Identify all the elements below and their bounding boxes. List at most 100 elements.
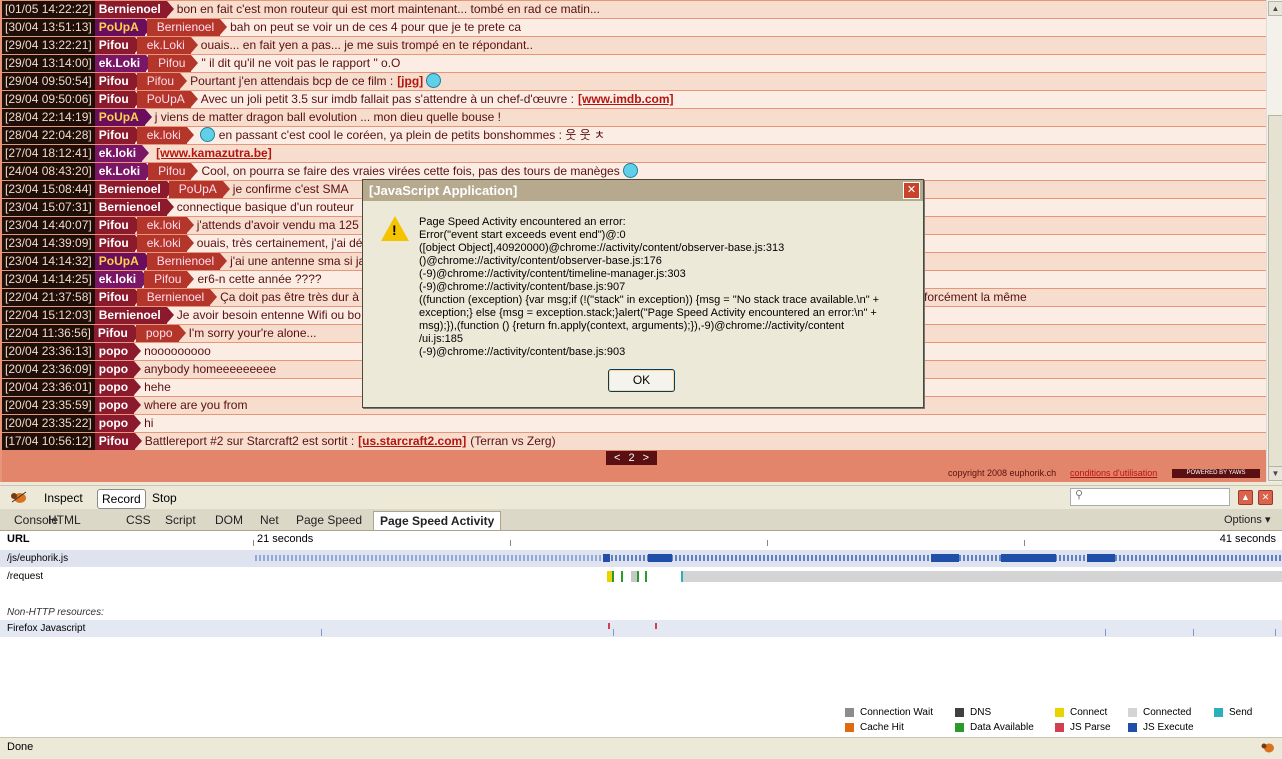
message-author[interactable]: ek.Loki xyxy=(94,55,154,72)
tab-html[interactable]: HTML xyxy=(42,511,87,529)
inspect-button[interactable]: Inspect xyxy=(40,489,87,507)
tab-net[interactable]: Net xyxy=(254,511,285,529)
chat-message: [01/05 14:22:22] Bernienoel bon en fait c'… xyxy=(2,1,1266,18)
message-body: Ça doit pas être très dur à r xyxy=(220,290,367,304)
message-author[interactable]: PoUpA xyxy=(94,109,152,126)
message-author[interactable]: Pifou xyxy=(94,217,142,234)
terms-link[interactable]: conditions d'utilisation xyxy=(1070,468,1157,478)
firebug-toolbar: Inspect Record Stop ⚲ ▲ ✕ xyxy=(0,485,1282,510)
legend-swatch xyxy=(1055,723,1064,732)
message-author[interactable]: PoUpA xyxy=(94,253,152,270)
stop-button[interactable]: Stop xyxy=(148,489,181,507)
message-reply-to[interactable]: PoUpA xyxy=(136,91,198,108)
message-author[interactable]: ek.loki xyxy=(94,271,150,288)
message-body: bah on peut se voir un de ces 4 pour que… xyxy=(230,20,521,34)
dialog-close-button[interactable]: ✕ xyxy=(903,182,920,199)
scroll-up-arrow[interactable]: ▲ xyxy=(1268,1,1282,16)
chat-scrollbar[interactable]: ▲ ▼ xyxy=(1266,0,1282,482)
message-body: Avec un joli petit 3.5 sur imdb fallait … xyxy=(200,92,574,106)
legend-swatch xyxy=(955,708,964,717)
detach-icon[interactable]: ▲ xyxy=(1238,490,1253,505)
message-author[interactable]: Bernienoel xyxy=(94,307,174,324)
timeline-tick xyxy=(767,540,768,546)
message-author[interactable]: popo xyxy=(94,343,142,360)
options-menu[interactable]: Options ▾ xyxy=(1224,513,1271,526)
firebug-search-input[interactable]: ⚲ xyxy=(1070,488,1230,506)
message-author[interactable]: Bernienoel xyxy=(94,1,174,18)
resource-row[interactable]: Firefox Javascript xyxy=(0,620,1282,637)
message-link[interactable]: [us.starcraft2.com] xyxy=(358,434,466,448)
message-reply-to[interactable]: ek.loki xyxy=(136,217,194,234)
message-author[interactable]: ek.loki xyxy=(94,145,150,162)
message-body: Cool, on pourra se faire des vraies viré… xyxy=(201,164,620,178)
message-author[interactable]: popo xyxy=(94,415,142,432)
message-author[interactable]: PoUpA xyxy=(94,19,152,36)
message-text: I'm sorry your're alone... xyxy=(189,326,317,340)
legend-label: Connection Wait xyxy=(860,707,933,718)
resource-row[interactable]: /request xyxy=(0,568,1282,585)
message-link[interactable]: [jpg] xyxy=(397,74,423,88)
powered-by-badge[interactable]: POWERED BY YAWS xyxy=(1172,469,1260,478)
message-reply-to[interactable]: Bernienoel xyxy=(146,253,228,270)
tab-script[interactable]: Script xyxy=(159,511,202,529)
timeline-start-label: 21 seconds xyxy=(257,533,314,545)
chat-message: [29/04 09:50:06] Pifou PoUpA Avec un joli p… xyxy=(2,91,1266,108)
message-body: er6-n cette année ???? xyxy=(197,272,322,286)
message-author[interactable]: Pifou xyxy=(94,37,142,54)
resource-url: /js/euphorik.js xyxy=(7,553,69,564)
message-author[interactable]: Pifou xyxy=(94,127,142,144)
message-author[interactable]: Pifou xyxy=(94,73,142,90)
firebug-status-icon[interactable] xyxy=(1260,740,1276,754)
message-timestamp: [20/04 23:36:09] xyxy=(2,361,95,378)
message-text: je confirme c'est SMA xyxy=(233,182,349,196)
message-author[interactable]: Bernienoel xyxy=(94,181,174,198)
message-reply-to[interactable]: Bernienoel xyxy=(136,289,218,306)
scroll-thumb[interactable] xyxy=(1268,115,1282,467)
message-author[interactable]: popo xyxy=(94,397,142,414)
tab-css[interactable]: CSS xyxy=(120,511,157,529)
message-text: j'ai une antenne sma si ja xyxy=(230,254,365,268)
message-link[interactable]: [www.imdb.com] xyxy=(578,92,674,106)
message-reply-to[interactable]: PoUpA xyxy=(168,181,230,198)
record-button[interactable]: Record xyxy=(97,489,146,509)
message-reply-to[interactable]: ek.Loki xyxy=(136,37,198,54)
message-author[interactable]: Pifou xyxy=(93,325,141,342)
message-reply-to[interactable]: ek.loki xyxy=(136,235,194,252)
firebug-tabs: Console HTML CSS Script DOM Net Page Speed Page… xyxy=(0,509,1282,531)
message-author[interactable]: popo xyxy=(94,361,142,378)
tab-page-speed-activity[interactable]: Page Speed Activity xyxy=(373,511,502,530)
scroll-down-arrow[interactable]: ▼ xyxy=(1268,466,1282,481)
message-author[interactable]: Pifou xyxy=(94,433,142,450)
next-page-button[interactable]: > xyxy=(643,452,649,464)
legend-label: Connect xyxy=(1070,707,1108,718)
message-body: hi xyxy=(144,416,154,430)
prev-page-button[interactable]: < xyxy=(614,452,620,464)
legend-swatch xyxy=(845,723,854,732)
message-timestamp: [24/04 08:43:20] xyxy=(2,163,95,180)
message-reply-to[interactable]: popo xyxy=(135,325,186,342)
message-body: hehe xyxy=(144,380,171,394)
resource-row[interactable]: /js/euphorik.js xyxy=(0,550,1282,567)
close-icon[interactable]: ✕ xyxy=(1258,490,1273,505)
firebug-icon[interactable] xyxy=(10,490,28,504)
message-timestamp: [20/04 23:35:59] xyxy=(2,397,95,414)
message-reply-to[interactable]: Pifou xyxy=(144,271,195,288)
message-link[interactable]: [www.kamazutra.be] xyxy=(156,146,272,160)
message-reply-to[interactable]: Pifou xyxy=(148,163,199,180)
message-author[interactable]: Pifou xyxy=(94,91,142,108)
message-timestamp: [22/04 11:36:56] xyxy=(2,325,94,342)
message-author[interactable]: Pifou xyxy=(94,289,142,306)
message-author[interactable]: Bernienoel xyxy=(94,199,174,216)
tab-dom[interactable]: DOM xyxy=(209,511,249,529)
message-text: bah on peut se voir un de ces 4 pour que… xyxy=(230,20,521,34)
message-reply-to[interactable]: Pifou xyxy=(136,73,188,90)
ok-button[interactable]: OK xyxy=(608,369,675,392)
message-reply-to[interactable]: Bernienoel xyxy=(146,19,228,36)
message-author[interactable]: ek.Loki xyxy=(94,163,154,180)
message-reply-to[interactable]: Pifou xyxy=(148,55,199,72)
message-author[interactable]: Pifou xyxy=(94,235,142,252)
message-author[interactable]: popo xyxy=(94,379,142,396)
message-reply-to[interactable]: ek.loki xyxy=(136,127,194,144)
chat-message: [17/04 10:56:12] Pifou Battlereport #2 sur… xyxy=(2,433,1266,450)
tab-page-speed[interactable]: Page Speed xyxy=(290,511,368,529)
